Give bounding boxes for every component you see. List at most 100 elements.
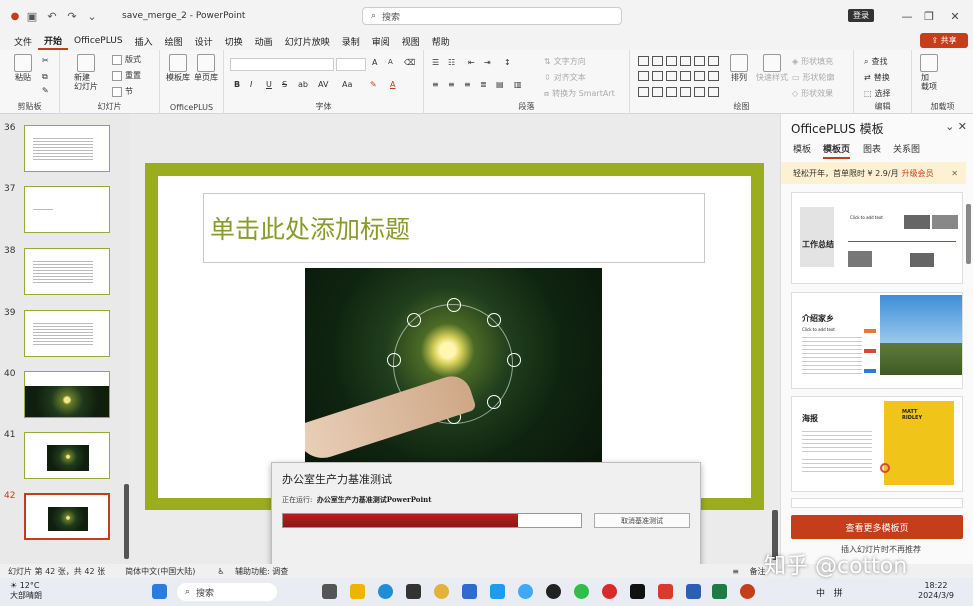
underline-button[interactable]: U: [266, 80, 272, 89]
columns-icon[interactable]: ▥: [514, 80, 522, 89]
powerpoint-icon[interactable]: [740, 584, 755, 599]
align-right-icon[interactable]: ≡: [464, 80, 471, 89]
shadow-button[interactable]: ab: [298, 80, 308, 89]
change-case-button[interactable]: Aa: [342, 80, 352, 89]
font-name-select[interactable]: [230, 58, 334, 71]
bold-button[interactable]: B: [234, 80, 240, 89]
menu-record[interactable]: 录制: [336, 32, 366, 50]
app-icon[interactable]: [462, 584, 477, 599]
paste-button[interactable]: 粘贴: [14, 54, 32, 83]
menu-help[interactable]: 帮助: [426, 32, 456, 50]
minimize-icon[interactable]: —: [897, 6, 917, 26]
start-icon[interactable]: [152, 584, 167, 599]
ime-indicator[interactable]: 中 拼: [816, 586, 843, 599]
line-spacing-icon[interactable]: ↕: [504, 58, 511, 67]
close-icon[interactable]: ✕: [951, 169, 958, 178]
new-slide-button[interactable]: 新建 幻灯片: [74, 54, 98, 92]
wechat-icon[interactable]: [574, 584, 589, 599]
app-icon[interactable]: [490, 584, 505, 599]
redo-icon[interactable]: ↷: [62, 6, 82, 26]
arrange-button[interactable]: 排列: [730, 54, 748, 83]
weather-widget[interactable]: ☀ 12°C 大部晴朗: [10, 581, 42, 600]
menu-view[interactable]: 视图: [396, 32, 426, 50]
menu-slideshow[interactable]: 幻灯片放映: [279, 32, 336, 50]
qq-icon[interactable]: [546, 584, 561, 599]
numbering-icon[interactable]: ☷: [448, 58, 455, 67]
slide-thumbnail-37[interactable]: [24, 186, 110, 233]
align-text-button[interactable]: ⇳ 对齐文本: [544, 72, 586, 83]
template-card-poster[interactable]: 海报 MATT RIDLEY: [791, 396, 963, 492]
layout-button[interactable]: 版式: [112, 54, 141, 65]
tab-templates[interactable]: 模板: [793, 142, 811, 155]
promo-banner[interactable]: 轻松开年，首单限时 ¥ 2.9/月 升级会员 ✕: [781, 162, 966, 184]
single-page-library-button[interactable]: 单页库: [194, 54, 218, 83]
shapes-gallery[interactable]: [638, 56, 719, 100]
reset-button[interactable]: 重置: [112, 70, 141, 81]
store-icon[interactable]: [406, 584, 421, 599]
word-icon[interactable]: [686, 584, 701, 599]
more-templates-button[interactable]: 查看更多模板页: [791, 515, 963, 539]
app-icon[interactable]: [658, 584, 673, 599]
menu-animations[interactable]: 动画: [249, 32, 279, 50]
cancel-benchmark-button[interactable]: 取消基准测试: [594, 513, 690, 528]
cut-icon[interactable]: ✂: [42, 56, 49, 65]
font-shrink-button[interactable]: A: [388, 58, 393, 66]
notes-button[interactable]: ≡ 备注: [724, 566, 765, 577]
addins-button[interactable]: 加 载项: [920, 54, 938, 92]
menu-officeplus[interactable]: OfficePLUS: [68, 32, 129, 50]
excel-icon[interactable]: [712, 584, 727, 599]
slide-thumbnail-39[interactable]: [24, 310, 110, 357]
menu-transitions[interactable]: 切换: [219, 32, 249, 50]
slide-image[interactable]: [305, 268, 602, 464]
undo-icon[interactable]: ↶: [42, 6, 62, 26]
menu-insert[interactable]: 插入: [129, 32, 159, 50]
text-direction-button[interactable]: ⇅ 文字方向: [544, 56, 586, 67]
slide-thumbnail-41[interactable]: [24, 432, 110, 479]
login-button[interactable]: 登录: [848, 9, 874, 22]
language-indicator[interactable]: 简体中文(中国大陆): [125, 566, 195, 577]
file-explorer-icon[interactable]: [350, 584, 365, 599]
copy-icon[interactable]: ⧉: [42, 72, 48, 82]
menu-file[interactable]: 文件: [8, 32, 38, 50]
edge-icon[interactable]: [378, 584, 393, 599]
replace-button[interactable]: ⇄ 替换: [864, 72, 890, 83]
align-left-icon[interactable]: ≡: [432, 80, 439, 89]
slide-thumbnail-42[interactable]: [24, 493, 110, 540]
align-center-icon[interactable]: ≡: [448, 80, 455, 89]
slide-thumbnail-36[interactable]: [24, 125, 110, 172]
task-view-icon[interactable]: [322, 584, 337, 599]
taskbar-search[interactable]: ⌕ 搜索: [177, 583, 277, 601]
pane-scrollbar[interactable]: [966, 204, 971, 264]
tab-diagrams[interactable]: 关系图: [893, 142, 920, 155]
section-button[interactable]: 节: [112, 86, 133, 97]
template-card-partial[interactable]: [791, 498, 963, 508]
quick-styles-button[interactable]: 快速样式: [756, 54, 788, 83]
terminal-icon[interactable]: [630, 584, 645, 599]
thumbs-scrollbar[interactable]: [124, 484, 129, 559]
decrease-indent-icon[interactable]: ⇤: [468, 58, 475, 67]
increase-indent-icon[interactable]: ⇥: [484, 58, 491, 67]
template-library-button[interactable]: 模板库: [166, 54, 190, 83]
find-button[interactable]: ⌕ 查找: [864, 56, 887, 67]
menu-review[interactable]: 审阅: [366, 32, 396, 50]
slide-thumbnail-38[interactable]: [24, 248, 110, 295]
template-card-work-summary[interactable]: 工作总结 Click to add text: [791, 192, 963, 284]
slide-thumbnail-40[interactable]: [24, 371, 110, 418]
share-button[interactable]: ⇪ 共享: [920, 33, 968, 48]
shape-effects-button[interactable]: ◇ 形状效果: [792, 88, 833, 99]
justify-icon[interactable]: ≣: [480, 80, 487, 89]
close-icon[interactable]: ✕: [945, 6, 965, 26]
clear-format-icon[interactable]: ⌫: [404, 58, 415, 67]
font-size-select[interactable]: [336, 58, 366, 71]
strikethrough-button[interactable]: S: [282, 80, 287, 89]
select-button[interactable]: ⬚ 选择: [864, 88, 891, 99]
restore-icon[interactable]: ❐: [919, 6, 939, 26]
save-icon[interactable]: ▣: [22, 6, 42, 26]
title-placeholder[interactable]: 单击此处添加标题: [203, 193, 705, 263]
font-color-icon[interactable]: A: [390, 80, 395, 89]
italic-button[interactable]: I: [250, 80, 252, 89]
shape-fill-button[interactable]: ◈ 形状填充: [792, 56, 833, 67]
chrome-icon[interactable]: [434, 584, 449, 599]
format-painter-icon[interactable]: ✎: [42, 86, 49, 95]
bullets-icon[interactable]: ☰: [432, 58, 439, 67]
